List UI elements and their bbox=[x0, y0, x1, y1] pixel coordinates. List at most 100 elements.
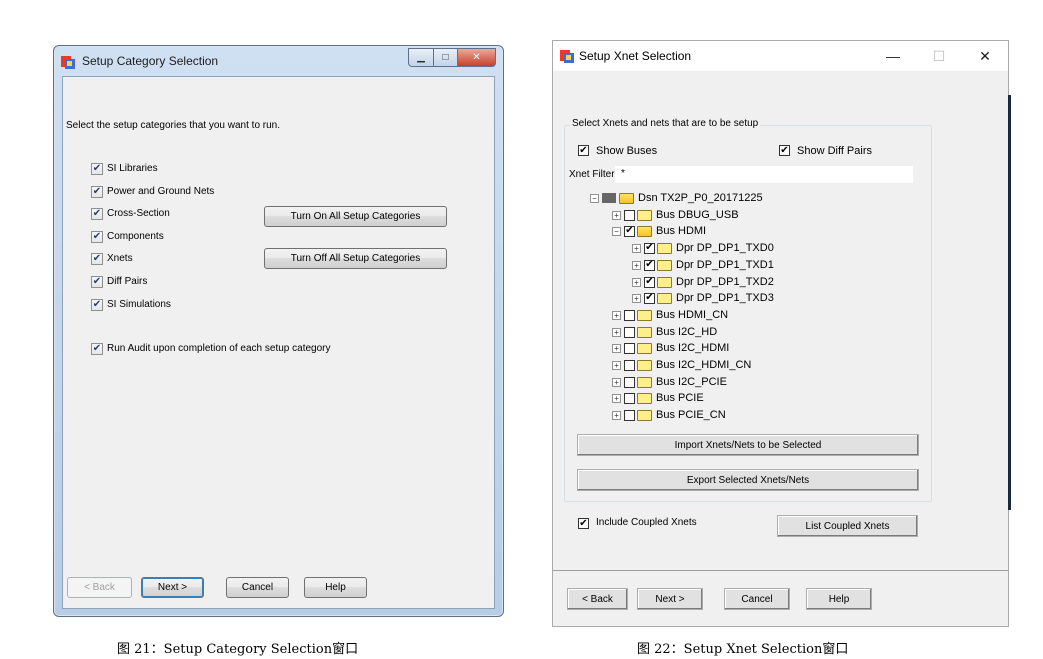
folder-icon bbox=[637, 342, 652, 354]
category-label: Cross-Section bbox=[107, 208, 170, 219]
separator bbox=[553, 570, 1008, 571]
expand-icon[interactable]: + bbox=[612, 360, 621, 370]
folder-icon bbox=[657, 292, 672, 304]
category-checkbox[interactable]: ✔ bbox=[91, 276, 103, 288]
minimize-icon: ▁ bbox=[417, 52, 425, 63]
tree-item-label: Bus HDMI_CN bbox=[656, 309, 729, 321]
show-diff-pairs-label: Show Diff Pairs bbox=[797, 145, 872, 157]
tree-item[interactable]: − ✔ Bus HDMI bbox=[612, 223, 706, 239]
import-button[interactable]: Import Xnets/Nets to be Selected bbox=[577, 434, 919, 456]
tree-item[interactable]: + ✔ Dpr DP_DP1_TXD2 bbox=[632, 274, 774, 290]
tree-item-label: Dpr DP_DP1_TXD2 bbox=[676, 276, 774, 288]
expand-icon[interactable]: + bbox=[632, 293, 641, 303]
tree-item[interactable]: + Bus PCIE bbox=[612, 390, 704, 406]
tree-item-label: Dpr DP_DP1_TXD3 bbox=[676, 292, 774, 304]
export-button[interactable]: Export Selected Xnets/Nets bbox=[577, 469, 919, 491]
cancel-button[interactable]: Cancel bbox=[226, 577, 289, 598]
help-button[interactable]: Help bbox=[806, 588, 872, 610]
expand-icon[interactable]: + bbox=[612, 410, 621, 420]
list-coupled-button[interactable]: List Coupled Xnets bbox=[777, 515, 918, 537]
tree-item[interactable]: + Bus I2C_HD bbox=[612, 324, 717, 340]
xnet-tree[interactable]: − Dsn TX2P_P0_20171225 + Bus DBUG_USB − ✔ Bus … bbox=[590, 190, 910, 423]
tree-item[interactable]: + Bus HDMI_CN bbox=[612, 307, 728, 323]
show-buses-checkbox[interactable]: ✔ bbox=[578, 145, 589, 156]
maximize-button[interactable]: □ bbox=[434, 48, 458, 67]
tree-item[interactable]: − Dsn TX2P_P0_20171225 bbox=[590, 190, 763, 206]
expand-icon[interactable]: + bbox=[612, 343, 621, 353]
turn-on-all-button[interactable]: Turn On All Setup Categories bbox=[264, 206, 447, 227]
category-checkbox[interactable]: ✔ bbox=[91, 163, 103, 175]
app-icon bbox=[560, 50, 574, 63]
tree-item[interactable]: + ✔ Dpr DP_DP1_TXD0 bbox=[632, 240, 774, 256]
category-checkbox[interactable]: ✔ bbox=[91, 186, 103, 198]
close-button[interactable]: ✕ bbox=[458, 48, 496, 67]
tree-checkbox[interactable] bbox=[624, 342, 635, 354]
maximize-button[interactable]: ☐ bbox=[916, 41, 962, 71]
turn-off-all-button[interactable]: Turn Off All Setup Categories bbox=[264, 248, 447, 269]
expand-icon[interactable]: + bbox=[632, 243, 641, 253]
close-icon: ✕ bbox=[472, 52, 481, 63]
tree-checkbox[interactable]: ✔ bbox=[644, 259, 655, 271]
category-label: Components bbox=[107, 231, 164, 242]
collapse-icon[interactable]: − bbox=[590, 193, 599, 203]
checkmark-icon: ✔ bbox=[92, 208, 102, 219]
category-checkbox[interactable]: ✔ bbox=[91, 231, 103, 243]
minimize-button[interactable]: — bbox=[870, 41, 916, 71]
category-checkbox[interactable]: ✔ bbox=[91, 208, 103, 220]
xnet-filter-input[interactable]: * bbox=[615, 166, 913, 183]
tree-checkbox[interactable] bbox=[624, 376, 635, 388]
tree-checkbox[interactable]: ✔ bbox=[624, 225, 635, 237]
minimize-button[interactable]: ▁ bbox=[408, 48, 434, 67]
expand-icon[interactable]: + bbox=[632, 260, 641, 270]
checkmark-icon: ✔ bbox=[92, 186, 102, 197]
collapse-icon[interactable]: − bbox=[612, 226, 621, 236]
tree-item[interactable]: + ✔ Dpr DP_DP1_TXD1 bbox=[632, 257, 774, 273]
run-audit-checkbox[interactable]: ✔ bbox=[91, 343, 103, 355]
tree-checkbox[interactable]: ✔ bbox=[644, 242, 655, 254]
tree-item[interactable]: + Bus PCIE_CN bbox=[612, 407, 726, 423]
show-buses-label: Show Buses bbox=[596, 145, 658, 157]
tree-checkbox[interactable]: ✔ bbox=[644, 292, 655, 304]
category-label: Power and Ground Nets bbox=[107, 186, 215, 197]
category-label: Diff Pairs bbox=[107, 276, 148, 287]
expand-icon[interactable]: + bbox=[612, 393, 621, 403]
checkmark-icon: ✔ bbox=[780, 144, 789, 156]
tree-item[interactable]: + Bus I2C_HDMI_CN bbox=[612, 357, 751, 373]
tree-item-label: Bus PCIE bbox=[656, 392, 704, 404]
cancel-button[interactable]: Cancel bbox=[724, 588, 790, 610]
category-checkbox[interactable]: ✔ bbox=[91, 253, 103, 265]
tree-item[interactable]: + Bus DBUG_USB bbox=[612, 207, 739, 223]
tree-checkbox[interactable] bbox=[624, 359, 635, 371]
tree-item[interactable]: + Bus I2C_HDMI bbox=[612, 340, 729, 356]
checkmark-icon: ✔ bbox=[92, 253, 102, 264]
expand-icon[interactable]: + bbox=[612, 210, 621, 220]
back-button[interactable]: < Back bbox=[67, 577, 132, 598]
tree-checkbox[interactable]: ✔ bbox=[644, 276, 655, 288]
checkmark-icon: ✔ bbox=[92, 163, 102, 174]
include-coupled-checkbox[interactable]: ✔ bbox=[578, 518, 589, 529]
help-button[interactable]: Help bbox=[304, 577, 367, 598]
checkmark-icon: ✔ bbox=[92, 276, 102, 287]
tree-checkbox[interactable] bbox=[624, 309, 635, 321]
window-title: Setup Category Selection bbox=[82, 54, 219, 68]
tree-checkbox[interactable] bbox=[624, 209, 635, 221]
expand-icon[interactable]: + bbox=[612, 327, 621, 337]
expand-icon[interactable]: + bbox=[632, 277, 641, 287]
back-button[interactable]: < Back bbox=[567, 588, 628, 610]
next-button[interactable]: Next > bbox=[141, 577, 204, 598]
show-diff-pairs-checkbox[interactable]: ✔ bbox=[779, 145, 790, 156]
folder-icon bbox=[637, 359, 652, 371]
tree-item-label: Bus I2C_HDMI bbox=[656, 342, 730, 354]
expand-icon[interactable]: + bbox=[612, 310, 621, 320]
expand-icon[interactable]: + bbox=[612, 377, 621, 387]
tree-item-label: Bus I2C_HDMI_CN bbox=[656, 359, 752, 371]
tree-item[interactable]: + ✔ Dpr DP_DP1_TXD3 bbox=[632, 290, 774, 306]
next-button[interactable]: Next > bbox=[637, 588, 703, 610]
tree-item[interactable]: + Bus I2C_PCIE bbox=[612, 374, 727, 390]
category-checkbox[interactable]: ✔ bbox=[91, 299, 103, 311]
tree-checkbox[interactable] bbox=[624, 326, 635, 338]
checkmark-icon: ✔ bbox=[579, 517, 588, 529]
close-button[interactable]: ✕ bbox=[962, 41, 1008, 71]
tree-checkbox[interactable] bbox=[624, 392, 635, 404]
tree-checkbox[interactable] bbox=[624, 409, 635, 421]
